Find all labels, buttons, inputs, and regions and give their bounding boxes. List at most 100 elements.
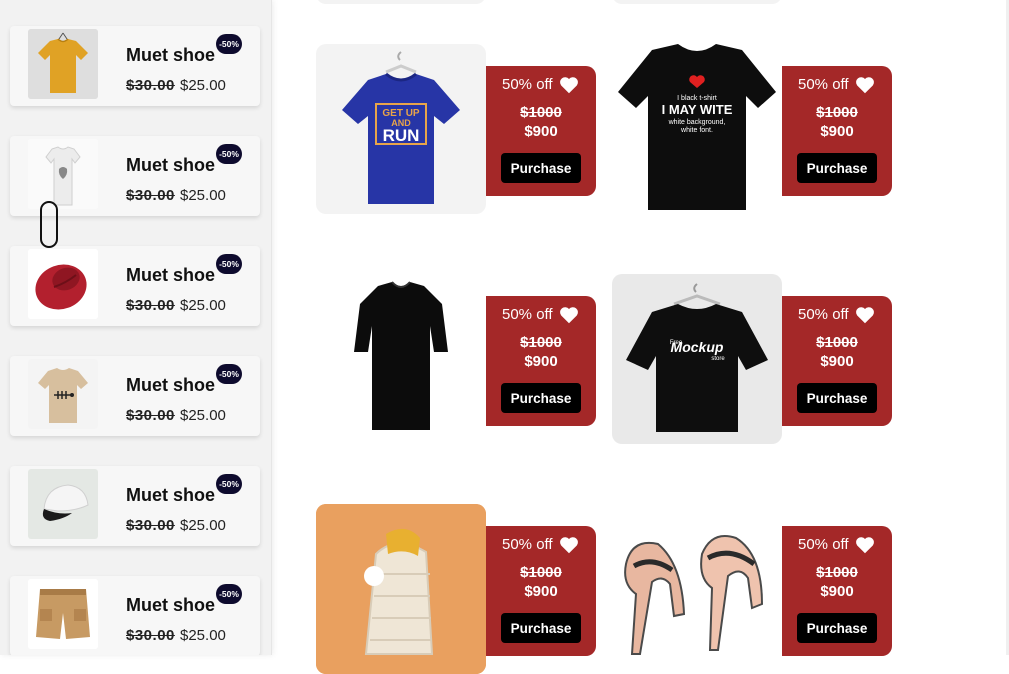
product-name: Muet shoe [126, 155, 216, 175]
sidebar: Muet shoe $30.00 $25.00 -50% Muet shoe $… [0, 0, 271, 655]
discount-badge: -50% [216, 474, 242, 494]
product-thumbnail [28, 469, 98, 539]
product-name: Muet shoe [126, 595, 216, 615]
offer-panel: 50% off $1000 $900 Purchase [782, 526, 892, 656]
product-name: Muet shoe [126, 265, 216, 285]
product-thumbnail [28, 29, 98, 99]
print-line-1: I black t-shirt [677, 95, 717, 102]
cargo-shorts-image [28, 579, 98, 649]
sidebar-product-card[interactable]: Muet shoe $30.00 $25.00 -50% [10, 466, 260, 546]
sale-price: $25.00 [180, 77, 226, 94]
sale-price: $25.00 [180, 517, 226, 534]
purchase-button[interactable]: Purchase [501, 613, 581, 643]
discount-label: 50% off [798, 76, 849, 93]
sale-price: $900 [820, 583, 854, 600]
print-line-3: store [711, 356, 725, 362]
print-line-3: white background, [668, 119, 726, 126]
product-name: Muet shoe [126, 45, 216, 65]
purchase-button[interactable]: Purchase [797, 153, 877, 183]
white-tshirt-image [28, 139, 98, 209]
discount-label: 50% off [798, 306, 849, 323]
print-line-2: I MAY WITE [662, 102, 733, 117]
offer-panel: 50% off $1000 $900 Purchase [486, 526, 596, 656]
old-price: $30.00 [126, 297, 175, 314]
old-price: $30.00 [126, 517, 175, 534]
discount-label: 50% off [798, 536, 849, 553]
purchase-button[interactable]: Purchase [501, 383, 581, 413]
offer-panel: 50% off $1000 $900 Purchase [782, 66, 892, 196]
high-heels-image [624, 535, 764, 655]
old-price: $1000 [816, 564, 858, 581]
product-thumbnail [28, 579, 98, 649]
old-price: $1000 [520, 104, 562, 121]
purchase-button[interactable]: Purchase [797, 383, 877, 413]
sale-price: $25.00 [180, 407, 226, 424]
red-hat-image [28, 249, 98, 319]
product-thumbnail [28, 139, 98, 209]
product-thumbnail [28, 249, 98, 319]
heart-icon[interactable] [558, 534, 580, 556]
sale-price: $25.00 [180, 187, 226, 204]
sale-price: $900 [524, 353, 558, 370]
old-price: $30.00 [126, 187, 175, 204]
product-name: Muet shoe [126, 375, 216, 395]
heart-icon[interactable] [854, 534, 876, 556]
old-price: $1000 [816, 104, 858, 121]
product-card[interactable]: 50% off $1000 $900 Purchase [316, 504, 596, 674]
product-image: GET UP AND RUN [316, 44, 486, 214]
drag-handle[interactable] [40, 201, 58, 248]
old-price: $30.00 [126, 407, 175, 424]
print-line-2: Mockup [671, 339, 724, 355]
sidebar-product-card[interactable]: Muet shoe $30.00 $25.00 -50% [10, 576, 260, 655]
old-price: $1000 [520, 564, 562, 581]
sale-price: $900 [820, 123, 854, 140]
heart-icon[interactable] [558, 304, 580, 326]
discount-label: 50% off [502, 536, 553, 553]
product-card[interactable]: 50% off $1000 $900 Purchase [316, 274, 596, 444]
heart-icon[interactable] [558, 74, 580, 96]
sidebar-product-card[interactable]: Muet shoe $30.00 $25.00 -50% [10, 246, 260, 326]
product-image: I black t-shirt I MAY WITE white backgro… [612, 44, 782, 214]
sidebar-product-card[interactable]: Muet shoe $30.00 $25.00 -50% [10, 356, 260, 436]
print-line-3: RUN [383, 126, 420, 145]
yellow-tshirt-image [28, 29, 98, 99]
sale-price: $900 [524, 123, 558, 140]
offer-panel: 50% off $1000 $900 Purchase [486, 296, 596, 426]
product-card[interactable]: 50% off $1000 $900 Purchase [612, 504, 892, 674]
sidebar-product-card[interactable]: Muet shoe $30.00 $25.00 -50% [10, 26, 260, 106]
sale-price: $900 [524, 583, 558, 600]
sale-price: $900 [820, 353, 854, 370]
product-image [316, 504, 486, 674]
purchase-button[interactable]: Purchase [797, 613, 877, 643]
discount-badge: -50% [216, 364, 242, 384]
product-card[interactable]: GET UP AND RUN 50% off $1000 $900 Purcha… [316, 44, 596, 214]
discount-badge: -50% [216, 584, 242, 604]
discount-label: 50% off [502, 76, 553, 93]
old-price: $1000 [816, 334, 858, 351]
blue-run-tshirt-image: GET UP AND RUN [342, 51, 460, 204]
sale-price: $25.00 [180, 297, 226, 314]
product-thumbnail [28, 359, 98, 429]
product-card[interactable]: Free Mockup store 50% off $1000 $900 Pur… [612, 274, 892, 444]
product-image [612, 504, 782, 674]
winter-jacket-image [316, 504, 486, 674]
offer-panel: 50% off $1000 $900 Purchase [782, 296, 892, 426]
old-price: $30.00 [126, 77, 175, 94]
discount-badge: -50% [216, 34, 242, 54]
product-name: Muet shoe [126, 485, 216, 505]
partial-product-panel [486, 0, 596, 4]
black-long-tshirt-image [354, 281, 448, 430]
offer-panel: 50% off $1000 $900 Purchase [486, 66, 596, 196]
heart-icon[interactable] [854, 304, 876, 326]
white-cap-image [28, 469, 98, 539]
partial-product-image [612, 0, 782, 4]
print-line-4: white font. [680, 127, 713, 134]
discount-badge: -50% [216, 144, 242, 164]
purchase-button[interactable]: Purchase [501, 153, 581, 183]
product-card[interactable]: I black t-shirt I MAY WITE white backgro… [612, 44, 892, 214]
heart-icon[interactable] [854, 74, 876, 96]
discount-label: 50% off [502, 306, 553, 323]
black-tshirt-image: I black t-shirt I MAY WITE white backgro… [618, 44, 776, 210]
product-image [316, 274, 486, 444]
discount-badge: -50% [216, 254, 242, 274]
